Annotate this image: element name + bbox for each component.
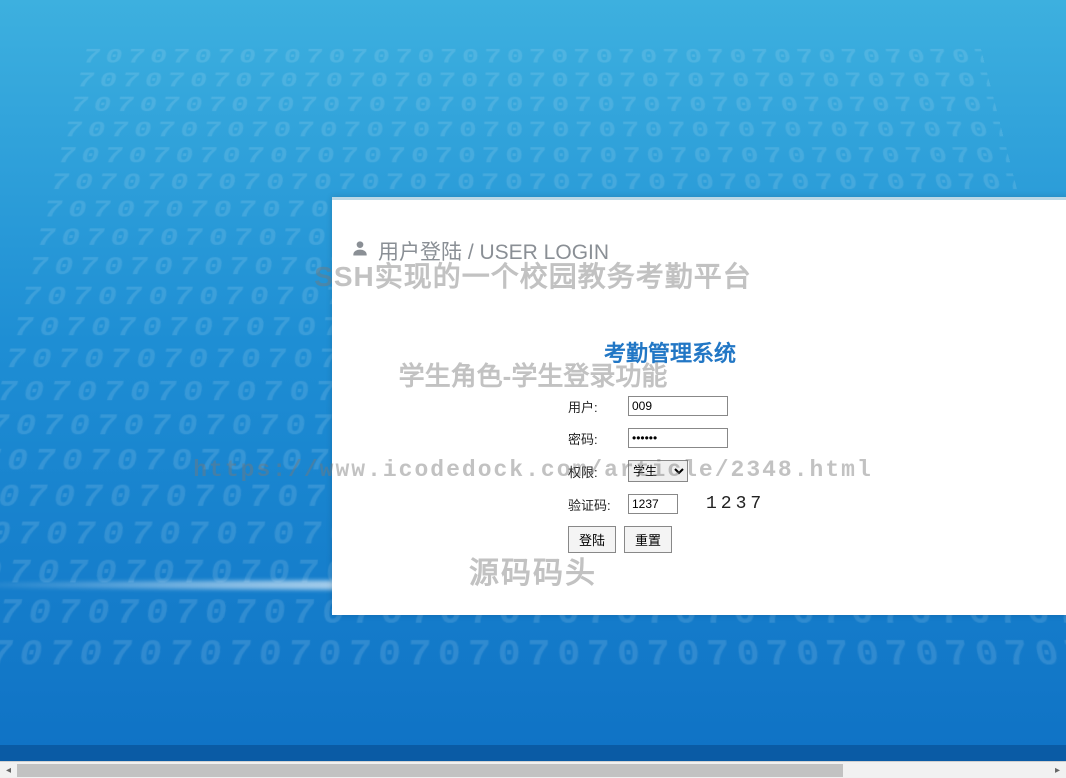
- scroll-thumb[interactable]: [17, 764, 843, 777]
- panel-title: 用户登陆 / USER LOGIN: [378, 236, 609, 266]
- login-panel: 用户登陆 / USER LOGIN 考勤管理系统 用户: 密码: 权限: 学生: [332, 197, 1066, 615]
- row-password: 密码:: [568, 428, 1066, 448]
- scroll-track[interactable]: [17, 762, 1049, 778]
- page-viewport[interactable]: 7070707070707070707070707070707070707070…: [0, 0, 1066, 761]
- row-user: 用户:: [568, 396, 1066, 416]
- user-label: 用户:: [568, 397, 620, 416]
- system-title: 考勤管理系统: [268, 336, 1066, 368]
- bg-line: 7070707070707070707070707070707070707070…: [0, 635, 1066, 677]
- scroll-right-arrow-icon[interactable]: ▸: [1049, 762, 1066, 778]
- bottom-shade: [0, 745, 1066, 761]
- bg-line: 7070707070707070707070707070707070707070…: [80, 46, 986, 69]
- bg-line: 7070707070707070707070707070707070707070…: [54, 144, 1012, 170]
- user-icon: [350, 238, 370, 264]
- captcha-label: 验证码:: [568, 495, 620, 514]
- password-label: 密码:: [568, 429, 620, 448]
- role-label: 权限:: [568, 462, 620, 481]
- panel-header: 用户登陆 / USER LOGIN: [350, 236, 1066, 266]
- scroll-left-arrow-icon[interactable]: ◂: [0, 762, 17, 778]
- bg-line: 7070707070707070707070707070707070707070…: [61, 118, 1006, 143]
- bg-line: 7070707070707070707070707070707070707070…: [74, 69, 993, 93]
- row-captcha: 验证码: 1237: [568, 494, 1066, 514]
- bg-line: 7070707070707070707070707070707070707070…: [47, 170, 1019, 197]
- login-button[interactable]: 登陆: [568, 526, 616, 553]
- horizontal-scrollbar[interactable]: ◂ ▸: [0, 761, 1066, 778]
- login-form: 用户: 密码: 权限: 学生 验证码: 1237: [568, 396, 1066, 553]
- user-input[interactable]: [628, 396, 728, 416]
- captcha-display: 1237: [706, 494, 765, 514]
- role-select[interactable]: 学生: [628, 460, 688, 482]
- bg-line: 7070707070707070707070707070707070707070…: [67, 93, 999, 118]
- reset-button[interactable]: 重置: [624, 526, 672, 553]
- row-buttons: 登陆 重置: [568, 526, 1066, 553]
- captcha-input[interactable]: [628, 494, 678, 514]
- row-role: 权限: 学生: [568, 460, 1066, 482]
- password-input[interactable]: [628, 428, 728, 448]
